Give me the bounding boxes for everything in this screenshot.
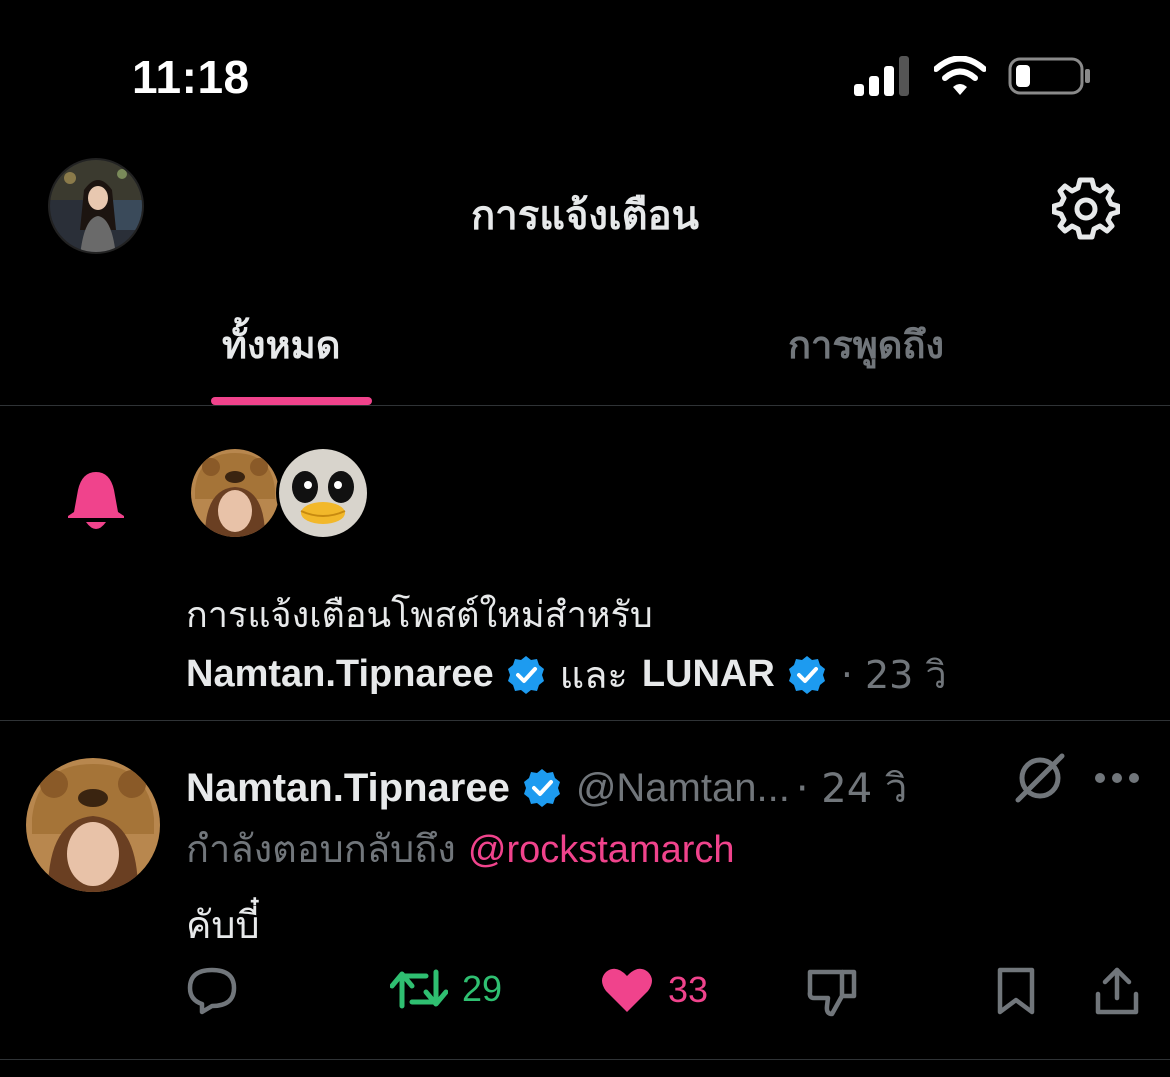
wifi-icon: [934, 56, 986, 95]
bookmark-icon: [997, 967, 1035, 1015]
repost-count: 29: [462, 968, 503, 1009]
tweet-text: คับบี๋: [186, 903, 260, 947]
like-count: 33: [668, 969, 709, 1010]
bookmark-button[interactable]: [994, 966, 1038, 1016]
bell-icon: [68, 472, 124, 529]
like-button[interactable]: 33: [600, 966, 708, 1014]
tweet-time: · 24 วิ: [795, 766, 908, 812]
reply-icon: [187, 967, 237, 1015]
gear-icon[interactable]: [1052, 174, 1120, 242]
avatar-lunar[interactable]: [276, 446, 370, 540]
notification-user2[interactable]: LUNAR: [642, 653, 775, 696]
downvote-button[interactable]: [806, 966, 858, 1018]
replying-mention[interactable]: @rockstamarch: [468, 829, 735, 871]
tweet-actions: 29 33: [0, 966, 1170, 1022]
avatar-namtan[interactable]: [188, 446, 282, 540]
notification-text: การแจ้งเตือนโพสต์ใหม่สำหรับ: [186, 595, 653, 636]
share-icon: [1095, 967, 1139, 1015]
replying-prefix: กำลังตอบกลับถึง: [186, 827, 456, 871]
grok-icon[interactable]: [1012, 750, 1068, 806]
repost-icon: [390, 969, 448, 1009]
post-notification[interactable]: การแจ้งเตือนโพสต์ใหม่สำหรับ Namtan.Tipna…: [0, 406, 1170, 721]
more-options-icon[interactable]: [1094, 770, 1140, 786]
verified-badge-icon: [523, 769, 560, 807]
signal-icon: [854, 56, 909, 96]
reply-button[interactable]: [186, 966, 238, 1016]
tab-mentions[interactable]: การพูดถึง: [788, 314, 944, 375]
tweet-handle[interactable]: @Namtan...: [576, 766, 790, 811]
notification-user1[interactable]: Namtan.Tipnaree: [186, 653, 494, 696]
tweet-avatar[interactable]: [26, 758, 160, 892]
page-title: การแจ้งเตือน: [471, 193, 699, 239]
notification-time: · 23 วิ: [840, 653, 947, 697]
reply-post[interactable]: Namtan.Tipnaree @Namtan... · 24 วิ กำลัง…: [0, 722, 1170, 1060]
tab-bar: ทั้งหมด การพูดถึง: [0, 280, 1170, 406]
verified-badge-icon: [788, 655, 825, 694]
notification-joiner: และ: [559, 653, 628, 697]
heart-filled-icon: [602, 968, 652, 1012]
tweet-display-name[interactable]: Namtan.Tipnaree: [186, 766, 510, 811]
repost-button[interactable]: 29: [390, 966, 502, 1012]
status-time: 11:18: [132, 51, 250, 103]
active-tab-indicator: [211, 397, 372, 405]
verified-badge-icon: [507, 655, 544, 694]
share-button[interactable]: [1094, 966, 1140, 1016]
thumbs-down-icon: [807, 969, 857, 1017]
tab-all[interactable]: ทั้งหมด: [222, 314, 340, 375]
battery-icon: [1008, 57, 1090, 95]
